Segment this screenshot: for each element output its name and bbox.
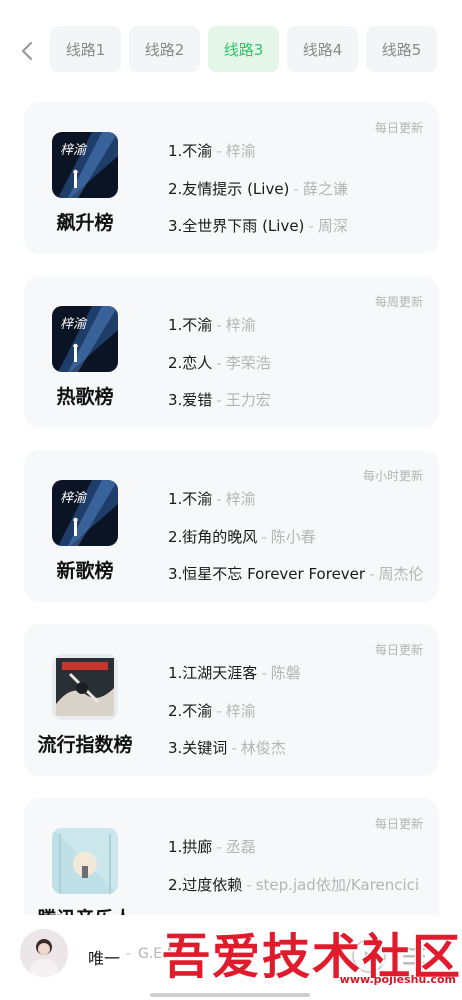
chart-list: 每日更新 梓渝 飙升榜 1.不渝 - 梓渝 2.友情提示 (Live) - 薛之谦 3.全世界下雨… (24, 102, 439, 972)
update-frequency: 每日更新 (374, 817, 423, 831)
song-separator: - (308, 217, 314, 235)
chart-cover-image[interactable]: 梓渝 (52, 132, 118, 198)
song-item[interactable]: 1.不渝 - 梓渝 (168, 488, 431, 526)
song-title: 3.关键词 (168, 739, 228, 757)
song-separator: - (216, 391, 222, 409)
chart-name: 热歌榜 (56, 386, 114, 408)
song-item[interactable]: 2.不渝 - 梓渝 (168, 700, 431, 738)
song-separator: - (231, 739, 237, 757)
song-artist: step.jad依加/Karencici (255, 875, 420, 894)
chart-cover-image[interactable]: 梓渝 (52, 480, 118, 546)
chart-name: 新歌榜 (56, 560, 114, 582)
now-playing-separator: - (126, 946, 132, 962)
song-item[interactable]: 1.江湖天涯客 - 陈磐 (168, 662, 431, 700)
song-item[interactable]: 2.恋人 - 李荣浩 (168, 352, 431, 390)
song-title: 1.江湖天涯客 (168, 664, 258, 682)
song-title: 3.恒星不忘 Forever Forever (168, 565, 366, 583)
chart-card[interactable]: 每周更新 梓渝 热歌榜 1.不渝 - 梓渝 2.恋人 - 李荣浩 3.爱错 - 王力宏 (24, 276, 439, 428)
song-artist: 周深 (317, 217, 348, 235)
chart-card[interactable]: 每日更新 梓渝 飙升榜 1.不渝 - 梓渝 2.友情提示 (Live) - 薛之谦 3.全世界下雨… (24, 102, 439, 254)
song-item[interactable]: 3.爱错 - 王力宏 (168, 389, 431, 427)
song-title: 2.不渝 (168, 701, 213, 720)
song-artist: 林俊杰 (240, 739, 286, 757)
song-separator: - (261, 664, 267, 682)
tab-route-1[interactable]: 线路1 (50, 26, 121, 72)
update-frequency: 每周更新 (374, 295, 423, 309)
watermark-logo: 吾爱技术社区 www.pojieshu.com (162, 917, 462, 989)
song-title: 2.恋人 (168, 353, 213, 372)
song-title: 2.街角的晚风 (168, 527, 258, 546)
update-frequency: 每日更新 (374, 643, 423, 657)
song-list: 1.拱廊 - 丞磊 2.过度依赖 - step.jad依加/Karencici (168, 836, 431, 911)
tab-route-2[interactable]: 线路2 (129, 26, 200, 72)
chevron-left-icon[interactable] (14, 36, 40, 66)
song-separator: - (216, 316, 222, 334)
song-title: 1.不渝 (168, 142, 213, 160)
song-list: 1.江湖天涯客 - 陈磐 2.不渝 - 梓渝 3.关键词 - 林俊杰 (168, 662, 431, 775)
song-separator: - (216, 353, 222, 372)
chart-name: 飙升榜 (56, 212, 114, 234)
update-frequency: 每小时更新 (362, 469, 423, 483)
tab-route-4[interactable]: 线路4 (287, 26, 358, 72)
song-item[interactable]: 2.过度依赖 - step.jad依加/Karencici (168, 874, 431, 912)
song-separator: - (216, 838, 222, 856)
tab-route-5[interactable]: 线路5 (366, 26, 437, 72)
chart-card[interactable]: 每小时更新 梓渝 新歌榜 1.不渝 - 梓渝 2.街角的晚风 - 陈小春 3.恒星不忘 Forev… (24, 450, 439, 602)
song-title: 1.不渝 (168, 490, 213, 508)
song-title: 1.拱廊 (168, 838, 213, 856)
song-item[interactable]: 3.全世界下雨 (Live) - 周深 (168, 215, 431, 253)
song-separator: - (369, 565, 375, 583)
song-item[interactable]: 2.友情提示 (Live) - 薛之谦 (168, 178, 431, 216)
chart-card[interactable]: 每日更新 流行指数榜 1.江湖天涯客 - 陈磐 2.不渝 - 梓渝 3.关键词 - 林俊杰 (24, 624, 439, 776)
song-artist: 陈磐 (270, 664, 301, 682)
song-artist: 陈小春 (270, 527, 316, 546)
mini-player[interactable]: 唯一 - G.E.M. 吾爱技术社区 www.pojieshu.com (0, 915, 462, 1000)
song-title: 2.过度依赖 (168, 875, 243, 894)
song-item[interactable]: 3.关键词 - 林俊杰 (168, 737, 431, 775)
song-list: 1.不渝 - 梓渝 2.街角的晚风 - 陈小春 3.恒星不忘 Forever Forever… (168, 488, 431, 601)
watermark-url: www.pojieshu.com (339, 973, 456, 986)
song-artist: 梓渝 (225, 316, 256, 334)
now-playing-title: 唯一 (88, 949, 121, 968)
svg-text:梓渝: 梓渝 (60, 491, 88, 506)
chart-cover-image[interactable]: 梓渝 (52, 306, 118, 372)
song-separator: - (261, 527, 267, 546)
song-separator: - (216, 701, 222, 720)
album-art[interactable] (20, 929, 68, 977)
route-tabs: 线路1 线路2 线路3 线路4 线路5 (50, 26, 437, 72)
song-artist: 李荣浩 (225, 353, 271, 372)
song-separator: - (216, 490, 222, 508)
song-artist: 周杰伦 (378, 565, 424, 583)
song-item[interactable]: 1.不渝 - 梓渝 (168, 140, 431, 178)
chart-cover-image[interactable] (52, 828, 118, 894)
song-artist: 梓渝 (225, 142, 256, 160)
song-title: 3.全世界下雨 (Live) (168, 217, 305, 235)
song-artist: 王力宏 (225, 391, 271, 409)
home-indicator (150, 993, 310, 997)
update-frequency: 每日更新 (374, 121, 423, 135)
song-artist: 薛之谦 (302, 179, 348, 198)
song-item[interactable]: 1.不渝 - 梓渝 (168, 314, 431, 352)
song-title: 1.不渝 (168, 316, 213, 334)
tab-route-3[interactable]: 线路3 (208, 26, 279, 72)
song-separator: - (216, 142, 222, 160)
song-separator: - (246, 875, 252, 894)
song-list: 1.不渝 - 梓渝 2.友情提示 (Live) - 薛之谦 3.全世界下雨 (Live) - 周… (168, 140, 431, 253)
song-list: 1.不渝 - 梓渝 2.恋人 - 李荣浩 3.爱错 - 王力宏 (168, 314, 431, 427)
chart-cover-image[interactable] (52, 654, 118, 720)
song-artist: 梓渝 (225, 490, 256, 508)
song-artist: 梓渝 (225, 701, 256, 720)
svg-text:梓渝: 梓渝 (60, 317, 88, 332)
song-separator: - (293, 179, 299, 198)
top-bar: 线路1 线路2 线路3 线路4 线路5 (0, 0, 462, 96)
song-item[interactable]: 1.拱廊 - 丞磊 (168, 836, 431, 874)
song-artist: 丞磊 (225, 838, 256, 856)
chart-name: 流行指数榜 (37, 734, 133, 756)
song-title: 2.友情提示 (Live) (168, 179, 290, 198)
song-item[interactable]: 2.街角的晚风 - 陈小春 (168, 526, 431, 564)
svg-text:梓渝: 梓渝 (60, 143, 88, 158)
song-item[interactable]: 3.恒星不忘 Forever Forever - 周杰伦 (168, 563, 431, 601)
song-title: 3.爱错 (168, 391, 213, 409)
